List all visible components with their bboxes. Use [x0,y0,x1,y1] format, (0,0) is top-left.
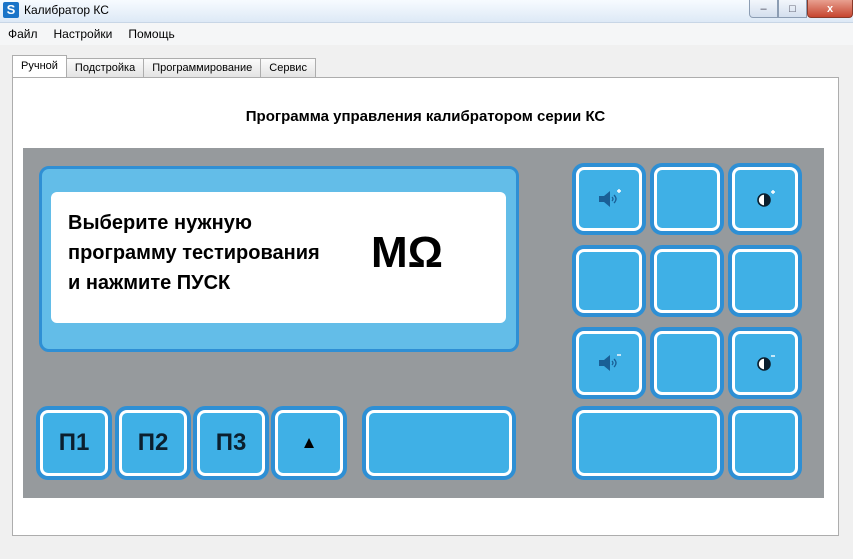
contrast-plus-icon [757,190,775,207]
keypad-button-6[interactable] [732,249,798,313]
tab-service[interactable]: Сервис [260,58,316,77]
lcd-line-1: Выберите нужную [68,212,252,234]
program-2-label: П2 [137,429,169,456]
contrast-down-button[interactable] [732,331,798,395]
tab-adjust[interactable]: Подстройка [65,58,145,77]
lcd-line-2: программу тестирования [68,242,320,264]
wide-button-left[interactable] [366,410,512,476]
program-2-button[interactable]: П2 [119,410,187,476]
contrast-up-button[interactable] [732,167,798,231]
app-icon: S [3,2,19,18]
menu-settings[interactable]: Настройки [46,27,121,41]
program-1-button[interactable]: П1 [40,410,108,476]
keypad-button-corner[interactable] [732,410,798,476]
volume-down-button[interactable] [576,331,642,395]
lcd-message: Выберите нужную программу тестирования и… [68,208,358,298]
keypad-button-5[interactable] [654,249,720,313]
tab-panel-manual: Программа управления калибратором серии … [12,77,839,536]
up-arrow-icon: ▲ [300,433,318,452]
tab-manual[interactable]: Ручной [12,55,67,77]
speaker-plus-icon [599,189,621,207]
window-controls: – □ x [749,0,853,18]
menu-help[interactable]: Помощь [120,27,182,41]
close-button[interactable]: x [807,0,853,18]
tab-strip: Ручной Подстройка Программирование Серви… [12,55,316,77]
lcd-line-3: и нажмите ПУСК [68,272,231,294]
volume-up-button[interactable] [576,167,642,231]
window-title: Калибратор КС [24,3,109,17]
calibrator-front-panel: Выберите нужную программу тестирования и… [23,148,824,498]
wide-button-right[interactable] [576,410,720,476]
lcd-screen: Выберите нужную программу тестирования и… [51,192,506,323]
keypad-button-2[interactable] [654,167,720,231]
menu-bar: Файл Настройки Помощь [0,23,853,45]
keypad-button-4[interactable] [576,249,642,313]
maximize-button[interactable]: □ [778,0,807,18]
contrast-minus-icon [757,355,775,371]
page-title: Программа управления калибратором серии … [245,108,606,125]
speaker-minus-icon [599,354,621,371]
minimize-button[interactable]: – [749,0,778,18]
lcd-unit: МΩ [371,228,443,277]
tab-programming[interactable]: Программирование [143,58,262,77]
program-3-label: П3 [215,429,247,456]
keypad-button-8[interactable] [654,331,720,395]
lcd-display: Выберите нужную программу тестирования и… [39,166,519,352]
program-3-button[interactable]: П3 [197,410,265,476]
title-bar[interactable]: S Калибратор КС – □ x [0,0,853,23]
up-button[interactable]: ▲ [275,410,343,476]
menu-file[interactable]: Файл [0,27,46,41]
program-1-label: П1 [58,429,90,456]
